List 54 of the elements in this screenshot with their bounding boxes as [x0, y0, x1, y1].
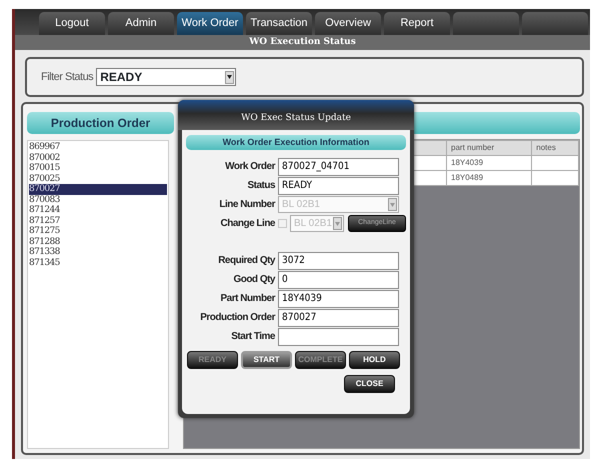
field-label: Work Order	[224, 160, 276, 174]
input-field[interactable]: READY	[278, 176, 399, 194]
filter-label: Filter Status	[41, 70, 94, 85]
section-header: Work Order Execution Information	[186, 135, 406, 150]
table-cell: 18Y4039	[446, 156, 532, 170]
field-label: Start Time	[230, 330, 276, 344]
list-item[interactable]: 871338	[29, 247, 167, 258]
input-field[interactable]: 0	[278, 270, 399, 288]
status-button[interactable]: HOLD	[349, 351, 400, 369]
field-label: Status	[246, 179, 276, 193]
field-label: Required Qty	[217, 254, 276, 268]
list-item[interactable]: 871345	[29, 258, 167, 268]
tab[interactable]: Overview	[315, 12, 381, 35]
dialog-title: WO Exec Status Update	[178, 100, 414, 130]
caret-icon	[333, 217, 342, 230]
caret-icon	[225, 70, 234, 84]
table-cell	[532, 170, 578, 186]
list-item[interactable]: 871288	[29, 236, 167, 247]
list-item[interactable]: 869967	[29, 142, 167, 152]
input-field[interactable]	[278, 328, 399, 346]
table-cell	[532, 156, 578, 170]
field-label: Part Number	[219, 292, 276, 306]
list-item[interactable]: 871257	[29, 216, 167, 226]
input-field[interactable]: 870027_04701	[278, 158, 399, 176]
list-item[interactable]: 870025	[29, 174, 167, 184]
list-item[interactable]: 871244	[29, 205, 167, 216]
field-label: Change Line	[219, 217, 276, 231]
list-item[interactable]: 870027	[29, 184, 167, 194]
status-button[interactable]: START	[241, 351, 292, 369]
list-item[interactable]: 871275	[29, 226, 167, 236]
list-item[interactable]: 870083	[29, 194, 167, 205]
column-header: notes	[532, 140, 578, 156]
field-label: Production Order	[199, 311, 276, 325]
input-field[interactable]: 870027	[278, 308, 399, 326]
screen-title: WO Execution Status	[15, 35, 590, 50]
field-label: Line Number	[218, 198, 276, 212]
tab[interactable]: Work Order	[177, 12, 243, 35]
field-label: Good Qty	[232, 273, 276, 287]
panel-header: Production Order	[27, 112, 174, 134]
filter-dropdown[interactable]: READY	[96, 68, 236, 86]
list-item[interactable]: 870015	[29, 163, 167, 174]
close-button[interactable]: CLOSE	[344, 375, 395, 393]
tab[interactable]: Transaction	[246, 12, 312, 35]
tab[interactable]: Report	[384, 12, 450, 35]
caret-icon	[388, 198, 397, 211]
tab[interactable]: Admin	[108, 12, 174, 35]
input-field[interactable]: 3072	[278, 252, 399, 270]
tab[interactable]: Logout	[39, 12, 105, 35]
column-header: part number	[446, 140, 532, 156]
input-field[interactable]: 18Y4039	[278, 290, 399, 308]
table-cell: 18Y0489	[446, 170, 532, 186]
list-item[interactable]: 870002	[29, 152, 167, 163]
tab[interactable]	[453, 12, 519, 35]
tab[interactable]	[522, 12, 588, 35]
